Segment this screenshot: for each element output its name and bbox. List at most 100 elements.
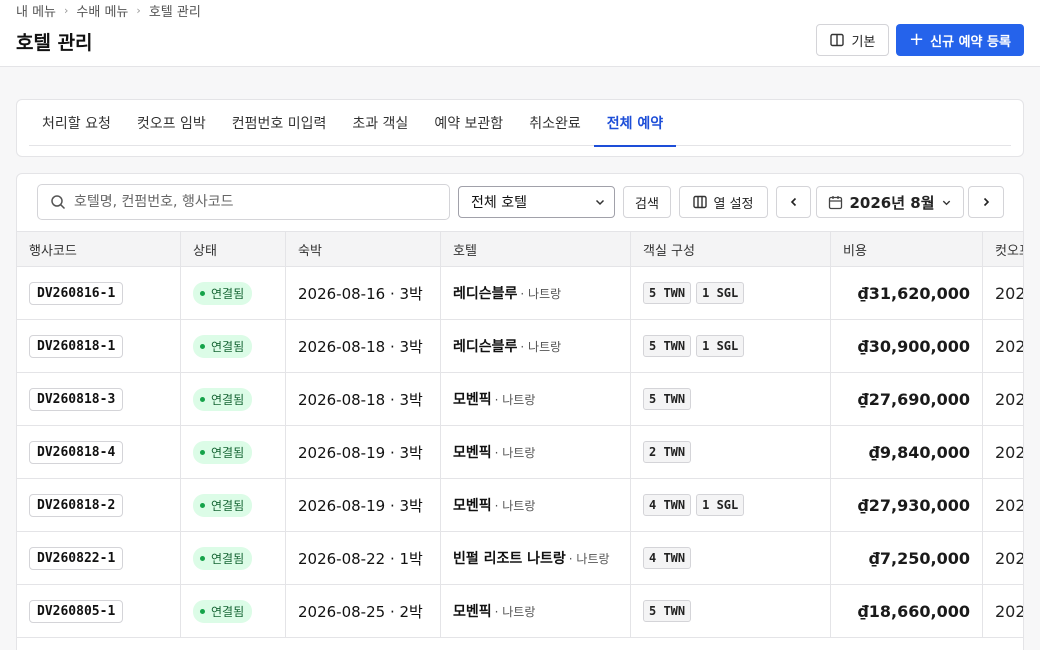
hotel-city: · 나트랑 — [520, 339, 562, 354]
status-cell: 연결됨 — [181, 479, 286, 531]
month-label: 2026년 8월 — [849, 193, 935, 212]
chevron-right-icon: › — [136, 4, 141, 17]
breadcrumb-item[interactable]: 내 메뉴 — [16, 1, 56, 20]
cost-cell: ₫27,930,000 — [831, 479, 983, 531]
room-config-cell: 2 TWN — [631, 426, 831, 478]
cutoff-cell: 2026 — [983, 585, 1023, 637]
table-row[interactable]: DV260822-1 연결됨 2026-08-22 · 1박 빈펄 리조트 나트랑 · … — [17, 532, 1023, 585]
table-row[interactable]: DV260805-1 연결됨 2026-08-25 · 2박 모벤픽 · 나트랑 5 TW… — [17, 585, 1023, 638]
event-code-cell: DV260805-1 — [17, 585, 181, 637]
tab-bar: 처리할 요청 컷오프 임박 컨펌번호 미입력 초과 객실 예약 보관함 취소완료 전체 예약 — [29, 100, 1011, 147]
new-reservation-label: 신규 예약 등록 — [930, 34, 1011, 50]
cutoff-text: 2026 — [995, 495, 1023, 515]
column-header[interactable]: 상태 — [181, 232, 286, 266]
cutoff-text: 2026 — [995, 601, 1023, 621]
column-settings-button[interactable]: 열 설정 — [679, 186, 768, 218]
status-text: 연결됨 — [211, 551, 245, 566]
event-code[interactable]: DV260816-1 — [29, 281, 124, 305]
hotel-cell: 모벤픽 · 나트랑 — [441, 426, 631, 478]
column-header[interactable]: 행사코드 — [17, 232, 181, 266]
event-code[interactable]: DV260805-1 — [29, 599, 124, 623]
event-code-cell: DV260816-1 — [17, 267, 181, 319]
status-dot-icon — [200, 555, 205, 561]
table-row[interactable]: DV260818-3 연결됨 2026-08-18 · 3박 모벤픽 · 나트랑 5 TW… — [17, 373, 1023, 426]
tab-item[interactable]: 처리할 요청 — [29, 100, 124, 146]
status-dot-icon — [200, 396, 205, 402]
toolbar: 전체 호텔 검색 열 설정 2026년 8월 — [17, 174, 1023, 231]
column-header[interactable]: 객실 구성 — [631, 232, 831, 266]
event-code[interactable]: DV260818-3 — [29, 387, 124, 411]
event-code[interactable]: DV260818-4 — [29, 440, 124, 464]
status-badge: 연결됨 — [193, 599, 253, 623]
cutoff-text: 2026 — [995, 283, 1023, 303]
status-badge: 연결됨 — [193, 546, 253, 570]
tab-item[interactable]: 취소완료 — [516, 100, 594, 146]
table-body: DV260816-1 연결됨 2026-08-16 · 3박 레디슨블루 · 나트랑 5 … — [17, 267, 1023, 638]
table-row[interactable]: DV260816-1 연결됨 2026-08-16 · 3박 레디슨블루 · 나트랑 5 … — [17, 267, 1023, 320]
table-row[interactable]: DV260818-2 연결됨 2026-08-19 · 3박 모벤픽 · 나트랑 4 TW… — [17, 479, 1023, 532]
room-chip: 5 TWN — [643, 282, 692, 304]
hotel-name: 모벤픽 — [453, 498, 492, 514]
status-badge: 연결됨 — [193, 440, 253, 464]
layout-columns-icon — [829, 33, 844, 47]
column-header[interactable]: 숙박 — [286, 232, 441, 266]
search-box[interactable] — [37, 184, 450, 220]
stay-text: 2026-08-18 · 3박 — [298, 337, 423, 356]
new-reservation-button[interactable]: + 신규 예약 등록 — [896, 24, 1024, 56]
cost-cell: ₫7,250,000 — [831, 532, 983, 584]
status-text: 연결됨 — [211, 498, 245, 513]
table-row[interactable]: DV260818-1 연결됨 2026-08-18 · 3박 레디슨블루 · 나트랑 5 … — [17, 320, 1023, 373]
status-text: 연결됨 — [211, 604, 245, 619]
status-dot-icon — [200, 608, 205, 614]
hotel-city: · 나트랑 — [494, 392, 536, 407]
stay-cell: 2026-08-19 · 3박 — [286, 426, 441, 478]
cutoff-text: 2026 — [995, 442, 1023, 462]
search-button-label: 검색 — [635, 196, 659, 212]
reservation-table: 행사코드상태숙박호텔객실 구성비용컷오프 DV260816-1 연결됨 2026-0… — [17, 231, 1023, 638]
event-code[interactable]: DV260818-1 — [29, 334, 124, 358]
cutoff-cell: 2026 — [983, 373, 1023, 425]
column-header[interactable]: 비용 — [831, 232, 983, 266]
top-header: 내 메뉴 › 수배 메뉴 › 호텔 관리 호텔 관리 기본 + 신규 예약 등록 — [0, 0, 1040, 67]
breadcrumb-item[interactable]: 수배 메뉴 — [76, 1, 128, 20]
event-code-cell: DV260822-1 — [17, 532, 181, 584]
event-code-cell: DV260818-2 — [17, 479, 181, 531]
cutoff-cell: 2026 — [983, 267, 1023, 319]
tab-item[interactable]: 초과 객실 — [339, 100, 421, 146]
table-row[interactable]: DV260818-4 연결됨 2026-08-19 · 3박 모벤픽 · 나트랑 2 TW… — [17, 426, 1023, 479]
room-chip: 5 TWN — [643, 600, 692, 622]
cutoff-cell: 2026 — [983, 532, 1023, 584]
page-title: 호텔 관리 — [16, 32, 93, 54]
chevron-down-icon — [942, 200, 950, 205]
hotel-cell: 모벤픽 · 나트랑 — [441, 373, 631, 425]
month-picker-button[interactable]: 2026년 8월 — [816, 186, 964, 218]
room-chip: 5 TWN — [643, 335, 692, 357]
hotel-select[interactable]: 전체 호텔 — [458, 186, 615, 218]
event-code[interactable]: DV260822-1 — [29, 546, 124, 570]
event-code-cell: DV260818-4 — [17, 426, 181, 478]
tab-item[interactable]: 전체 예약 — [593, 100, 677, 147]
view-basic-label: 기본 — [851, 34, 876, 50]
cost-cell: ₫18,660,000 — [831, 585, 983, 637]
tab-item[interactable]: 예약 보관함 — [421, 100, 516, 146]
tab-item[interactable]: 컨펌번호 미입력 — [219, 100, 340, 146]
next-month-button[interactable] — [968, 186, 1004, 218]
search-input[interactable] — [74, 194, 434, 210]
column-header[interactable]: 컷오프 — [983, 232, 1023, 266]
status-cell: 연결됨 — [181, 532, 286, 584]
breadcrumb-item: 호텔 관리 — [148, 5, 201, 20]
prev-month-button[interactable] — [776, 186, 811, 218]
hotel-name: 모벤픽 — [453, 445, 492, 461]
column-header[interactable]: 호텔 — [441, 232, 631, 266]
hotel-name: 모벤픽 — [453, 604, 492, 620]
hotel-city: · 나트랑 — [494, 498, 536, 513]
status-cell: 연결됨 — [181, 585, 286, 637]
search-button[interactable]: 검색 — [623, 186, 671, 218]
stay-text: 2026-08-22 · 1박 — [298, 549, 423, 568]
room-config-cell: 5 TWN 1 SGL — [631, 320, 831, 372]
tab-item[interactable]: 컷오프 임박 — [124, 100, 219, 146]
stay-text: 2026-08-18 · 3박 — [298, 390, 423, 409]
search-icon — [51, 195, 66, 210]
view-basic-button[interactable]: 기본 — [816, 24, 889, 56]
event-code[interactable]: DV260818-2 — [29, 493, 124, 517]
